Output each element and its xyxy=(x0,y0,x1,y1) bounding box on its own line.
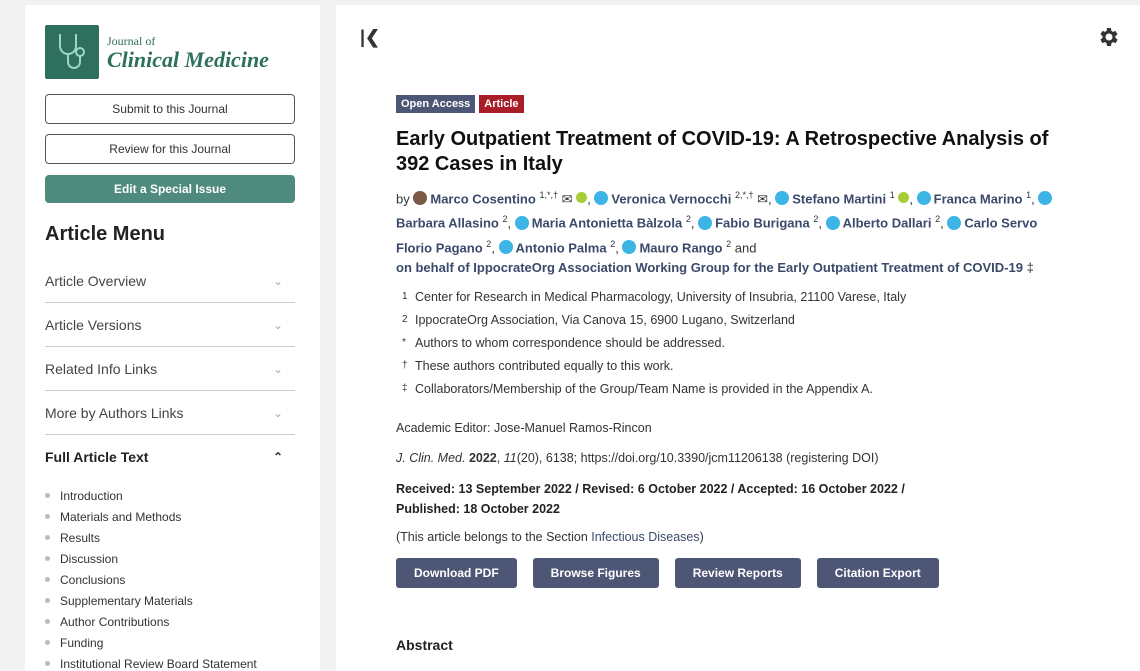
review-button[interactable]: Review for this Journal xyxy=(45,134,295,164)
user-icon xyxy=(622,239,637,254)
sidebar: Journal of Clinical Medicine Submit to t… xyxy=(25,5,320,671)
menu-item-full-article-text[interactable]: Full Article Text ⌃ xyxy=(45,435,295,479)
affiliation-item: ‡ Collaborators/Membership of the Group/T… xyxy=(402,381,873,396)
bullet-icon xyxy=(45,598,50,603)
bullet-icon xyxy=(45,535,50,540)
author-link[interactable]: Mauro Rango xyxy=(639,240,722,255)
orcid-icon[interactable] xyxy=(576,192,588,204)
orcid-icon[interactable] xyxy=(898,192,910,204)
review-reports-button[interactable]: Review Reports xyxy=(674,558,801,588)
user-icon xyxy=(775,191,790,206)
section-info: (This article belongs to the Section Inf… xyxy=(396,530,704,544)
menu-item-label: Article Versions xyxy=(45,316,142,333)
affiliation-item: 1 Center for Research in Medical Pharmaco… xyxy=(402,289,907,304)
bullet-icon xyxy=(45,493,50,498)
article-menu-title: Article Menu xyxy=(45,223,166,245)
chevron-down-icon: ⌄ xyxy=(272,317,283,332)
user-icon xyxy=(1038,191,1053,206)
publication-dates: Received: 13 September 2022 / Revised: 6… xyxy=(396,482,905,516)
article-type-badge: Article xyxy=(479,95,524,113)
author-link[interactable]: Alberto Dallari xyxy=(843,216,932,231)
author-link[interactable]: Stefano Martini xyxy=(792,191,886,206)
menu-item-related-info-links[interactable]: Related Info Links ⌄ xyxy=(45,347,295,391)
menu-item-label: Article Overview xyxy=(45,272,147,289)
author-list: by Marco Cosentino 1,*,† ✉ , Veronica Ve… xyxy=(396,185,1076,278)
author-link[interactable]: Fabio Burigana xyxy=(715,216,810,231)
affiliation-item: 2 IppocrateOrg Association, Via Canova 15… xyxy=(402,312,795,327)
user-icon xyxy=(594,191,609,206)
email-icon[interactable]: ✉ xyxy=(562,191,573,206)
edit-special-issue-button[interactable]: Edit a Special Issue xyxy=(45,175,295,203)
toc-item[interactable]: Author Contributions xyxy=(45,611,257,632)
academic-editor: Academic Editor: Jose-Manuel Ramos-Rinco… xyxy=(396,421,652,435)
gear-icon[interactable] xyxy=(1096,25,1120,49)
affiliation-item: * Authors to whom correspondence should b… xyxy=(402,335,725,350)
toc-item[interactable]: Funding xyxy=(45,632,257,653)
chevron-down-icon: ⌄ xyxy=(272,273,283,288)
article-main: |❮ Open Access Article Early Outpatient … xyxy=(336,5,1140,671)
menu-item-article-overview[interactable]: Article Overview ⌄ xyxy=(45,259,295,303)
article-title: Early Outpatient Treatment of COVID-19: … xyxy=(396,128,1049,175)
citation-export-button[interactable]: Citation Export xyxy=(816,558,939,588)
bullet-icon xyxy=(45,640,50,645)
user-icon xyxy=(698,215,713,230)
author-link[interactable]: Maria Antonietta Bàlzola xyxy=(532,216,682,231)
author-link[interactable]: Veronica Vernocchi xyxy=(611,191,731,206)
affiliations: 1 Center for Research in Medical Pharmaco… xyxy=(402,285,906,400)
author-link[interactable]: Franca Marino xyxy=(934,191,1023,206)
email-icon[interactable]: ✉ xyxy=(757,191,768,206)
user-icon xyxy=(514,215,529,230)
toc-item[interactable]: Supplementary Materials xyxy=(45,590,257,611)
menu-item-more-by-authors[interactable]: More by Authors Links ⌄ xyxy=(45,391,295,435)
stethoscope-icon xyxy=(45,25,99,79)
user-icon xyxy=(498,239,513,254)
toc-item[interactable]: Institutional Review Board Statement xyxy=(45,653,257,671)
toc-item[interactable]: Results xyxy=(45,527,257,548)
working-group-link[interactable]: on behalf of IppocrateOrg Association Wo… xyxy=(396,260,1023,275)
toc-item[interactable]: Discussion xyxy=(45,548,257,569)
journal-name-line2: Clinical Medicine xyxy=(107,46,269,72)
chevron-up-icon: ⌃ xyxy=(272,450,283,464)
menu-item-article-versions[interactable]: Article Versions ⌄ xyxy=(45,303,295,347)
chevron-down-icon: ⌄ xyxy=(272,361,283,376)
submit-button[interactable]: Submit to this Journal xyxy=(45,94,295,124)
author-link[interactable]: Barbara Allasino xyxy=(396,216,499,231)
toc-item[interactable]: Conclusions xyxy=(45,569,257,590)
open-access-badge: Open Access xyxy=(396,95,476,113)
bullet-icon xyxy=(45,556,50,561)
bullet-icon xyxy=(45,514,50,519)
author-photo-icon xyxy=(413,191,428,206)
bullet-icon xyxy=(45,577,50,582)
affiliation-item: † These authors contributed equally to th… xyxy=(402,358,674,373)
bullet-icon xyxy=(45,619,50,624)
menu-item-label: More by Authors Links xyxy=(45,404,184,421)
browse-figures-button[interactable]: Browse Figures xyxy=(532,558,659,588)
toc-item[interactable]: Materials and Methods xyxy=(45,506,257,527)
menu-item-label: Full Article Text xyxy=(45,449,149,465)
bullet-icon xyxy=(45,661,50,666)
table-of-contents: Introduction Materials and Methods Resul… xyxy=(45,485,257,671)
citation-line: J. Clin. Med. 2022, 11(20), 6138; https:… xyxy=(396,451,879,465)
journal-logo[interactable]: Journal of Clinical Medicine xyxy=(45,25,269,79)
abstract-heading: Abstract xyxy=(396,637,453,653)
user-icon xyxy=(947,215,962,230)
section-link[interactable]: Infectious Diseases xyxy=(591,530,699,544)
author-link[interactable]: Marco Cosentino xyxy=(430,191,535,206)
author-link[interactable]: Antonio Palma xyxy=(516,240,607,255)
toc-item[interactable]: Introduction xyxy=(45,485,257,506)
chevron-down-icon: ⌄ xyxy=(272,405,283,420)
user-icon xyxy=(825,215,840,230)
user-icon xyxy=(916,191,931,206)
collapse-sidebar-icon[interactable]: |❮ xyxy=(360,27,380,48)
menu-item-label: Related Info Links xyxy=(45,360,158,377)
download-pdf-button[interactable]: Download PDF xyxy=(396,558,517,588)
